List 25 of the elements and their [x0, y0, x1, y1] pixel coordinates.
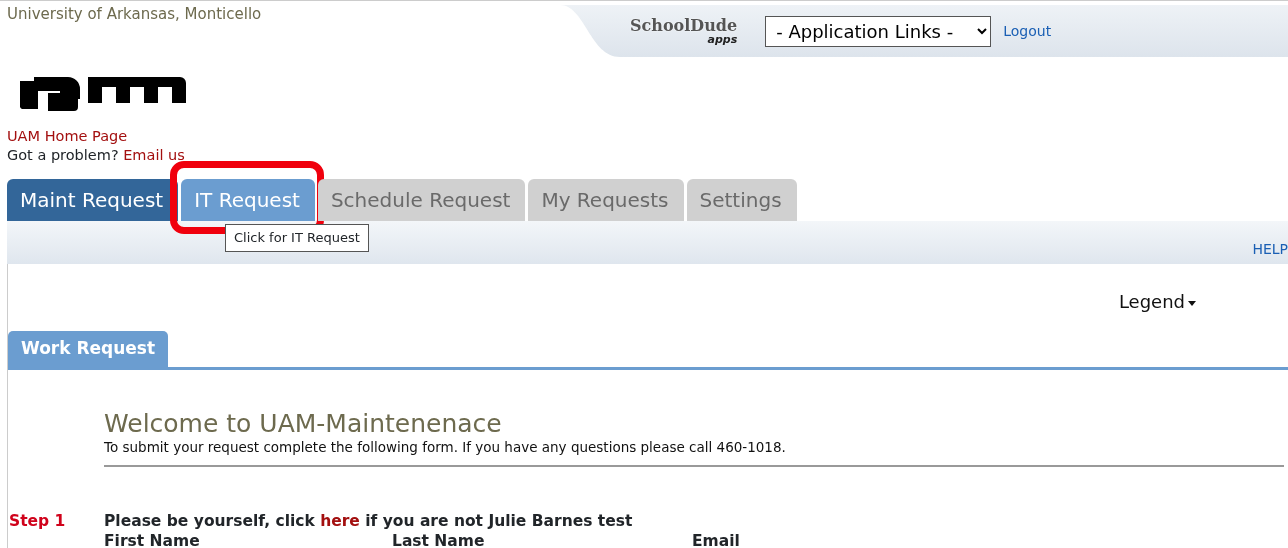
- step-sentence: Please be yourself, click here if you are not Julie Barnes test: [104, 511, 634, 532]
- tab[interactable]: Settings: [686, 179, 797, 221]
- email-link[interactable]: Email us: [123, 147, 185, 163]
- home-page-link[interactable]: UAM Home Page: [7, 128, 128, 144]
- tab[interactable]: Maint Request: [7, 179, 179, 221]
- instructions-text: To submit your request complete the following form. If you have any questions please call 460-1018.: [104, 437, 1284, 468]
- step-label: Step 1: [8, 511, 67, 533]
- caret-icon: [1188, 300, 1196, 306]
- site-title: University of Arkansas, Monticello: [7, 5, 262, 23]
- here-link[interactable]: here: [320, 512, 360, 531]
- application-links-dropdown[interactable]: - Application Links -: [765, 15, 992, 47]
- logout-link[interactable]: Logout: [1003, 20, 1052, 42]
- welcome-heading: Welcome to UAM-Maintenenace: [104, 409, 503, 437]
- help-link[interactable]: HELP: [1252, 239, 1288, 260]
- brand-logo: SchoolDude apps: [630, 17, 738, 45]
- legend-dropdown[interactable]: Legend: [1118, 272, 1196, 331]
- tab[interactable]: IT Request: [181, 179, 315, 221]
- section-tab[interactable]: Work Request: [8, 331, 169, 367]
- tooltip: Click for IT Request: [225, 224, 369, 252]
- column-label: First Name: [104, 531, 201, 548]
- column-label: Last Name: [392, 531, 486, 548]
- tab[interactable]: My Requests: [528, 179, 684, 221]
- tab[interactable]: Schedule Request: [317, 179, 526, 221]
- problem-text: Got a problem?: [7, 147, 119, 163]
- column-label: Email: [692, 531, 741, 548]
